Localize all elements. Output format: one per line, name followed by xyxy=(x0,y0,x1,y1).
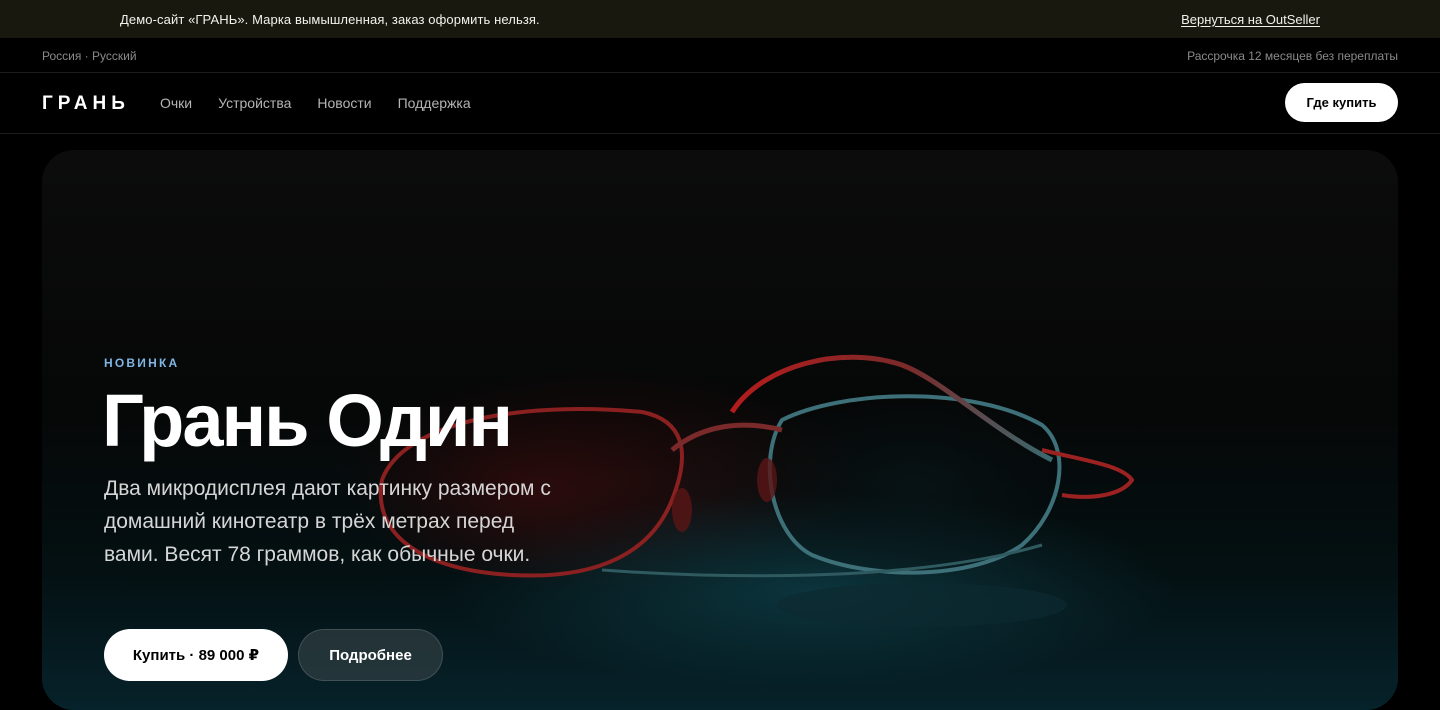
main-navigation: ГРАНЬ Очки Устройства Новости Поддержка … xyxy=(0,73,1440,134)
learn-more-button[interactable]: Подробнее xyxy=(298,629,443,681)
glasses-bridge xyxy=(670,422,783,452)
nav-link-support[interactable]: Поддержка xyxy=(398,95,471,111)
buy-button[interactable]: Купить · 89 000 ₽ xyxy=(104,629,288,681)
demo-notice-text: Демо-сайт «ГРАНЬ». Марка вымышленная, за… xyxy=(120,12,540,27)
nav-link-devices[interactable]: Устройства xyxy=(218,95,291,111)
demo-banner: Демо-сайт «ГРАНЬ». Марка вымышленная, за… xyxy=(0,0,1440,38)
utility-bar: Россия · Русский Рассрочка 12 месяцев бе… xyxy=(0,38,1440,73)
right-lens xyxy=(767,394,1062,575)
hero-section: НОВИНКА Грань Один Два микродисплея дают… xyxy=(42,150,1398,710)
nav-link-news[interactable]: Новости xyxy=(317,95,371,111)
locale-selector[interactable]: Россия · Русский xyxy=(42,49,137,63)
return-to-outseller-link[interactable]: Вернуться на OutSeller xyxy=(1181,12,1320,27)
nose-pad-right xyxy=(757,458,777,502)
nose-pad-left xyxy=(672,488,692,532)
nav-link-glasses[interactable]: Очки xyxy=(160,95,192,111)
where-to-buy-button[interactable]: Где купить xyxy=(1285,83,1398,122)
installment-promo-text: Рассрочка 12 месяцев без переплаты xyxy=(1187,49,1398,63)
hero-description: Два микродисплея дают картинку размером … xyxy=(104,477,551,566)
brand-logo[interactable]: ГРАНЬ xyxy=(42,93,130,115)
nav-links: Очки Устройства Новости Поддержка xyxy=(160,95,471,111)
hero-title: Грань Один xyxy=(102,379,513,462)
reflection-disc xyxy=(777,583,1067,627)
hero-eyebrow: НОВИНКА xyxy=(104,356,180,370)
